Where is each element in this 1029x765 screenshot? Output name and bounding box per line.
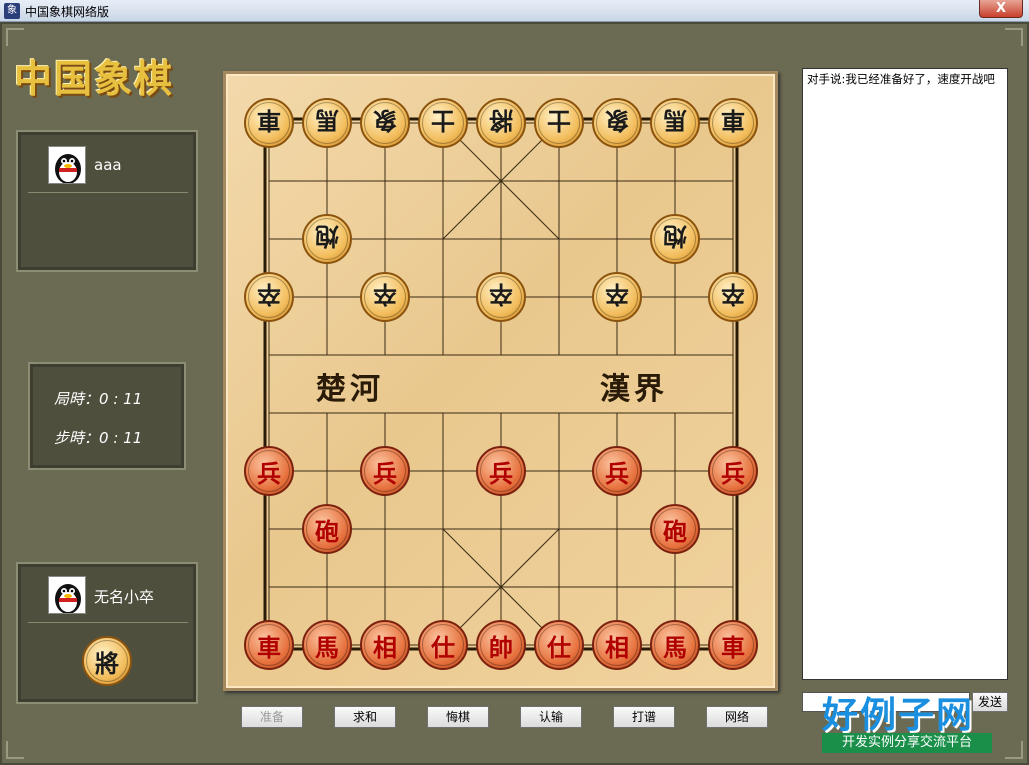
red-piece[interactable]: 仕: [418, 620, 468, 670]
resign-button[interactable]: 认输: [520, 706, 582, 728]
red-piece[interactable]: 車: [244, 620, 294, 670]
step-time-row: 步時：0 : 11: [54, 427, 142, 448]
black-piece[interactable]: 馬: [650, 98, 700, 148]
red-piece[interactable]: 砲: [302, 504, 352, 554]
river-label-left: 楚河: [316, 372, 384, 407]
watermark-logo: 好例子网: [822, 695, 975, 736]
frame-corner: [1005, 28, 1023, 46]
black-piece[interactable]: 卒: [360, 272, 410, 322]
chat-log[interactable]: 对手说:我已经准备好了，速度开战吧: [802, 68, 1008, 680]
watermark-slogan: 开发实例分享交流平台: [822, 733, 992, 753]
chat-message: 对手说:我已经准备好了，速度开战吧: [807, 72, 995, 86]
red-piece[interactable]: 仕: [534, 620, 584, 670]
divider: [28, 622, 188, 623]
black-piece[interactable]: 卒: [708, 272, 758, 322]
red-piece[interactable]: 兵: [476, 446, 526, 496]
black-piece[interactable]: 馬: [302, 98, 352, 148]
black-piece[interactable]: 將: [476, 98, 526, 148]
app-icon: 象: [4, 3, 20, 19]
frame-corner: [6, 28, 24, 46]
black-piece[interactable]: 卒: [244, 272, 294, 322]
game-time-row: 局時：0 : 11: [54, 388, 142, 409]
network-button[interactable]: 网络: [706, 706, 768, 728]
player-side-piece: 將: [82, 636, 132, 686]
black-piece[interactable]: 炮: [302, 214, 352, 264]
timer-panel: 局時：0 : 11 步時：0 : 11: [28, 362, 186, 470]
red-piece[interactable]: 兵: [244, 446, 294, 496]
black-piece[interactable]: 士: [534, 98, 584, 148]
red-piece[interactable]: 車: [708, 620, 758, 670]
red-piece[interactable]: 砲: [650, 504, 700, 554]
black-piece[interactable]: 象: [592, 98, 642, 148]
penguin-avatar-icon: [48, 146, 86, 184]
divider: [28, 192, 188, 193]
close-button[interactable]: X: [979, 0, 1023, 18]
ready-button[interactable]: 准备: [241, 706, 303, 728]
player-name: 无名小卒: [94, 588, 155, 606]
chess-board[interactable]: 楚河 漢界 車馬象士將士象馬車炮炮卒卒卒卒卒兵兵兵兵兵砲砲車馬相仕帥仕相馬車: [223, 71, 778, 691]
window-title: 中国象棋网络版: [25, 5, 110, 19]
red-piece[interactable]: 兵: [592, 446, 642, 496]
black-piece[interactable]: 卒: [592, 272, 642, 322]
black-piece[interactable]: 士: [418, 98, 468, 148]
red-piece[interactable]: 相: [592, 620, 642, 670]
frame-corner: [1005, 741, 1023, 759]
request-draw-button[interactable]: 求和: [334, 706, 396, 728]
river-label-right: 漢界: [600, 372, 668, 407]
title-bar: 象 中国象棋网络版 X: [0, 0, 1029, 22]
red-piece[interactable]: 帥: [476, 620, 526, 670]
game-logo: 中国象棋: [14, 56, 175, 101]
opponent-name: aaa: [94, 156, 122, 174]
penguin-avatar-icon: [48, 576, 86, 614]
record-button[interactable]: 打谱: [613, 706, 675, 728]
black-piece[interactable]: 炮: [650, 214, 700, 264]
red-piece[interactable]: 相: [360, 620, 410, 670]
board-grid: [263, 117, 739, 651]
black-piece[interactable]: 車: [244, 98, 294, 148]
step-time-label: 步時：: [54, 429, 100, 447]
frame-corner: [6, 741, 24, 759]
red-piece[interactable]: 馬: [650, 620, 700, 670]
black-piece[interactable]: 車: [708, 98, 758, 148]
red-piece[interactable]: 兵: [360, 446, 410, 496]
black-piece[interactable]: 卒: [476, 272, 526, 322]
game-time-label: 局時：: [54, 390, 100, 408]
red-piece[interactable]: 兵: [708, 446, 758, 496]
red-piece[interactable]: 馬: [302, 620, 352, 670]
black-piece[interactable]: 象: [360, 98, 410, 148]
player-panel: 无名小卒 將: [16, 562, 198, 704]
game-time-value: 0 : 11: [99, 390, 143, 408]
step-time-value: 0 : 11: [99, 429, 143, 447]
undo-move-button[interactable]: 悔棋: [427, 706, 489, 728]
opponent-panel: aaa: [16, 130, 198, 272]
